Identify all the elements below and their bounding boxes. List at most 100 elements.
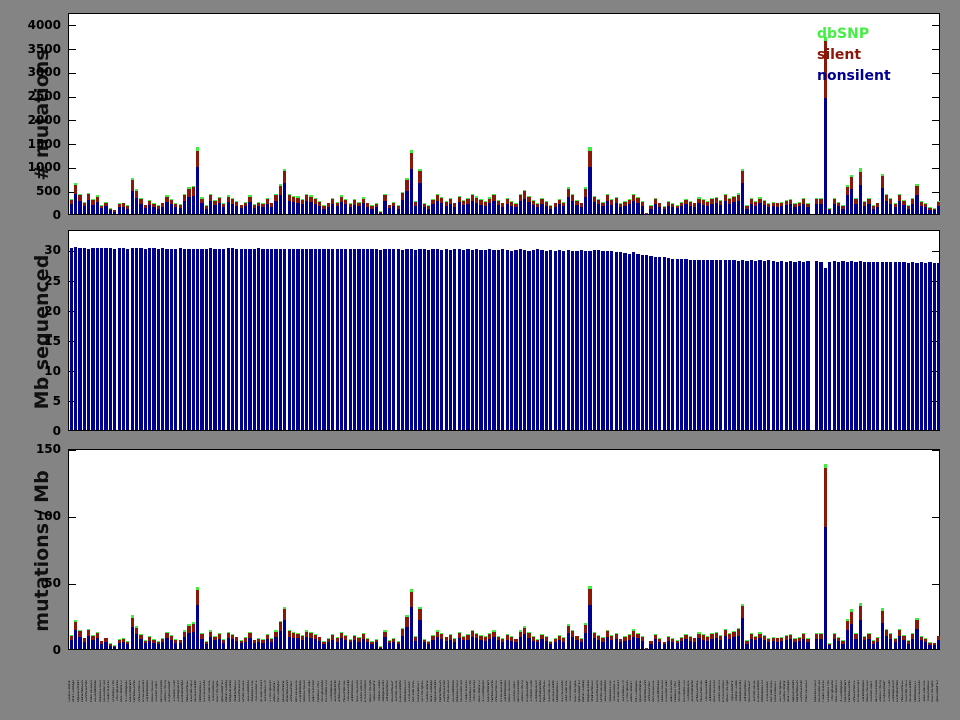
bar-segment — [584, 196, 588, 214]
y-tick — [69, 72, 76, 74]
bar-segment — [235, 641, 239, 649]
bar-sample — [658, 637, 662, 649]
bar-segment — [322, 249, 326, 430]
bar-sample — [819, 197, 823, 214]
bar-segment — [130, 627, 134, 649]
y-tick-label: 5 — [52, 393, 61, 408]
bar-sample — [536, 638, 540, 649]
bar-segment — [440, 250, 444, 430]
bar-sample — [658, 202, 662, 214]
y-tick — [69, 583, 76, 585]
bar-segment — [802, 638, 806, 649]
bar-segment — [876, 206, 880, 214]
bar-sample — [623, 636, 627, 649]
bar-segment — [610, 640, 614, 649]
bar-segment — [488, 203, 492, 214]
bar-segment — [226, 248, 230, 430]
bar-segment — [570, 636, 575, 649]
bar-segment — [331, 203, 335, 214]
bar-segment — [104, 206, 108, 214]
bar-sample — [841, 205, 845, 214]
bar-segment — [204, 248, 208, 430]
bar-segment — [440, 203, 444, 214]
bar-segment — [396, 208, 400, 214]
bar-sample — [200, 633, 204, 649]
bar-segment — [431, 639, 435, 649]
bar-sample — [884, 194, 889, 214]
y-tick-label: 2500 — [27, 89, 61, 104]
bar-segment — [937, 262, 941, 430]
bar-segment — [697, 260, 701, 430]
bar-segment — [880, 188, 884, 214]
bar-segment — [679, 641, 684, 649]
bar-sample — [605, 630, 610, 649]
bar-segment — [522, 250, 527, 430]
bar-sample — [745, 640, 749, 649]
bar-segment — [492, 636, 496, 649]
bar-sample — [518, 194, 522, 214]
bar-segment — [270, 642, 274, 649]
bar-sample — [453, 249, 457, 430]
bar-segment — [357, 248, 361, 430]
y-tick — [932, 583, 939, 585]
bar-segment — [740, 618, 745, 649]
bar-segment — [880, 176, 884, 189]
bar-segment — [549, 643, 553, 649]
bar-segment — [361, 639, 365, 649]
bar-segment — [209, 637, 213, 649]
bar-segment — [265, 249, 269, 430]
x-axis-sample-labels: C2801TW4KV 4KV7530BQ6 BQ6JD19R8M R8M2A0655X… — [0, 654, 960, 704]
bar-segment — [514, 250, 518, 430]
bar-sample — [928, 262, 932, 430]
bar-sample — [736, 193, 740, 214]
bar-segment — [897, 261, 902, 430]
bar-segment — [758, 203, 762, 214]
x-tick-label: 2231HN90GB — [94, 680, 99, 702]
bar-sample — [95, 631, 99, 649]
bar-sample — [287, 249, 291, 430]
bar-sample — [592, 195, 596, 214]
x-tick-label: 417UZ3356O — [203, 680, 208, 702]
bar-segment — [906, 208, 910, 214]
bar-segment — [867, 638, 871, 649]
bar-sample — [396, 640, 400, 649]
bar-segment — [601, 206, 605, 214]
bar-sample — [863, 635, 867, 649]
y-tick-label: 0 — [52, 643, 61, 657]
bar-segment — [470, 200, 474, 214]
bar-sample — [479, 635, 483, 649]
bar-segment — [165, 202, 169, 214]
bar-sample — [252, 639, 256, 649]
bar-segment — [296, 202, 300, 214]
bar-sample — [836, 637, 841, 649]
bar-sample — [379, 646, 383, 649]
bar-segment — [457, 638, 461, 649]
bar-segment — [440, 638, 444, 649]
bar-sample — [627, 253, 631, 430]
bar-sample — [370, 248, 374, 430]
bar-sample — [540, 197, 544, 214]
bar-sample — [854, 632, 858, 649]
bar-sample — [697, 632, 701, 649]
bar-sample — [623, 200, 627, 214]
y-tick — [932, 144, 939, 146]
bar-segment — [614, 203, 618, 214]
bar-sample — [649, 640, 653, 649]
bar-segment — [191, 187, 195, 196]
bar-sample — [427, 250, 431, 430]
bar-sample — [762, 260, 767, 430]
bar-sample — [435, 630, 440, 649]
bar-segment — [296, 638, 300, 649]
bar-segment — [588, 604, 592, 649]
bar-sample — [239, 640, 243, 649]
bar-sample — [675, 640, 679, 649]
bar-sample — [684, 198, 688, 214]
bar-segment — [597, 639, 601, 649]
bar-segment — [318, 641, 322, 649]
y-tick-label: 0 — [52, 208, 61, 222]
bar-segment — [431, 249, 435, 430]
bar-segment — [897, 636, 902, 649]
bar-segment — [405, 617, 409, 628]
bar-sample — [549, 640, 553, 649]
bar-segment — [745, 643, 749, 649]
